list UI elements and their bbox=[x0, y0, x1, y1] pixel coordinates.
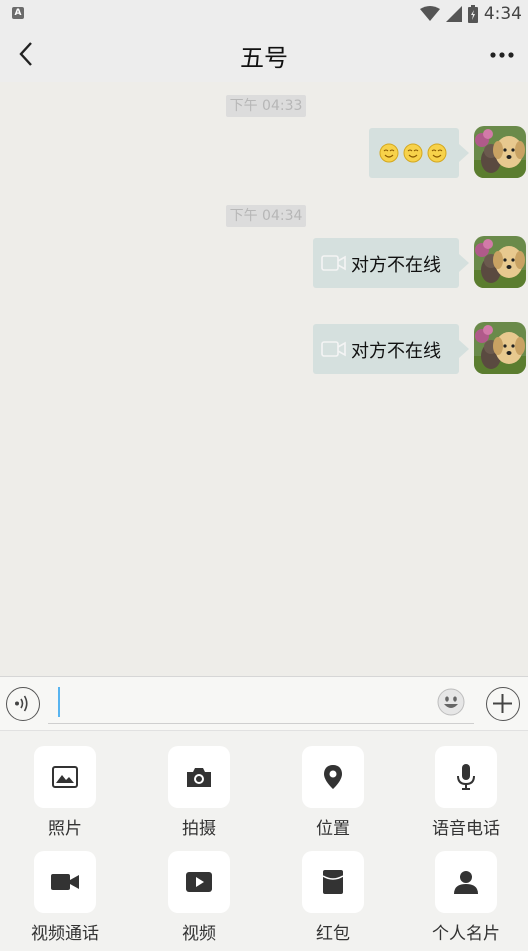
plus-circle-icon bbox=[493, 694, 512, 713]
tool-label: 照片 bbox=[48, 819, 82, 839]
tool-label: 视频 bbox=[182, 924, 216, 944]
tool-red-envelope[interactable]: 红包 bbox=[278, 851, 388, 944]
tool-location-tile bbox=[302, 746, 364, 808]
tool-capture[interactable]: 拍摄 bbox=[144, 746, 254, 839]
video-call-icon bbox=[321, 255, 346, 271]
voice-button[interactable] bbox=[6, 687, 40, 721]
puppy-avatar-image bbox=[474, 236, 526, 288]
attachment-panel: 照片 拍摄 位置 语音电话 视频通话 视频 红包 个人名片 bbox=[0, 730, 528, 951]
tool-photo-tile bbox=[34, 746, 96, 808]
camera-icon bbox=[187, 768, 211, 787]
puppy-avatar-image bbox=[474, 126, 526, 178]
smile-emoji-icon bbox=[379, 143, 399, 163]
emoji-button[interactable] bbox=[437, 688, 465, 716]
message-text: 对方不在线 bbox=[351, 341, 441, 362]
message-list[interactable]: 下午 04:33 下午 04:34 对方不在线 对方不在线 bbox=[0, 82, 528, 676]
person-card-icon bbox=[454, 871, 478, 894]
tool-contact-card-tile bbox=[435, 851, 497, 913]
tool-video-call[interactable]: 视频通话 bbox=[10, 851, 120, 944]
smiley-icon bbox=[437, 688, 465, 716]
video-camera-icon bbox=[51, 874, 79, 890]
video-call-icon bbox=[321, 341, 346, 357]
wifi-icon bbox=[419, 6, 440, 21]
avatar[interactable] bbox=[474, 126, 526, 178]
tool-photo[interactable]: 照片 bbox=[10, 746, 120, 839]
signal-icon bbox=[445, 6, 462, 22]
tool-voice-call[interactable]: 语音电话 bbox=[411, 746, 521, 839]
notification-a-icon: A bbox=[12, 7, 24, 19]
location-pin-icon bbox=[324, 765, 342, 789]
status-icons: 4:34 bbox=[419, 4, 522, 24]
tool-video-tile bbox=[168, 851, 230, 913]
tool-video[interactable]: 视频 bbox=[144, 851, 254, 944]
tool-red-envelope-tile bbox=[302, 851, 364, 913]
message-input[interactable] bbox=[48, 685, 474, 724]
more-button[interactable] bbox=[488, 44, 516, 66]
tool-label: 语音电话 bbox=[432, 819, 500, 839]
tool-label: 红包 bbox=[316, 924, 350, 944]
puppy-avatar-image bbox=[474, 322, 526, 374]
message-text: 对方不在线 bbox=[351, 255, 441, 276]
image-icon bbox=[52, 766, 78, 788]
avatar[interactable] bbox=[474, 236, 526, 288]
red-envelope-icon bbox=[322, 870, 344, 894]
timestamp: 下午 04:34 bbox=[226, 205, 306, 227]
timestamp: 下午 04:33 bbox=[226, 95, 306, 117]
status-time: 4:34 bbox=[483, 4, 522, 24]
tool-contact-card[interactable]: 个人名片 bbox=[411, 851, 521, 944]
text-caret bbox=[58, 687, 60, 717]
smile-emoji-icon bbox=[403, 143, 423, 163]
message-bubble-video-call[interactable]: 对方不在线 bbox=[313, 324, 469, 374]
page-title: 五号 bbox=[240, 44, 288, 72]
message-bubble-video-call[interactable]: 对方不在线 bbox=[313, 238, 469, 288]
more-dots-icon bbox=[490, 52, 514, 58]
tool-capture-tile bbox=[168, 746, 230, 808]
input-bar bbox=[0, 676, 528, 731]
status-bar: A 4:34 bbox=[0, 0, 528, 28]
tool-label: 视频通话 bbox=[31, 924, 99, 944]
message-bubble-emoji[interactable] bbox=[369, 128, 469, 178]
tool-label: 拍摄 bbox=[182, 819, 216, 839]
microphone-icon bbox=[457, 764, 475, 790]
tool-location[interactable]: 位置 bbox=[278, 746, 388, 839]
tool-label: 位置 bbox=[316, 819, 350, 839]
tool-video-call-tile bbox=[34, 851, 96, 913]
smile-emoji-icon bbox=[427, 143, 447, 163]
video-play-icon bbox=[186, 872, 212, 892]
voice-wave-icon bbox=[15, 695, 28, 712]
avatar[interactable] bbox=[474, 322, 526, 374]
plus-button[interactable] bbox=[486, 687, 520, 721]
battery-charging-icon bbox=[467, 5, 478, 23]
tool-voice-call-tile bbox=[435, 746, 497, 808]
chat-header: 五号 bbox=[0, 28, 528, 82]
tool-label: 个人名片 bbox=[432, 924, 500, 944]
emoji-row bbox=[379, 143, 451, 163]
